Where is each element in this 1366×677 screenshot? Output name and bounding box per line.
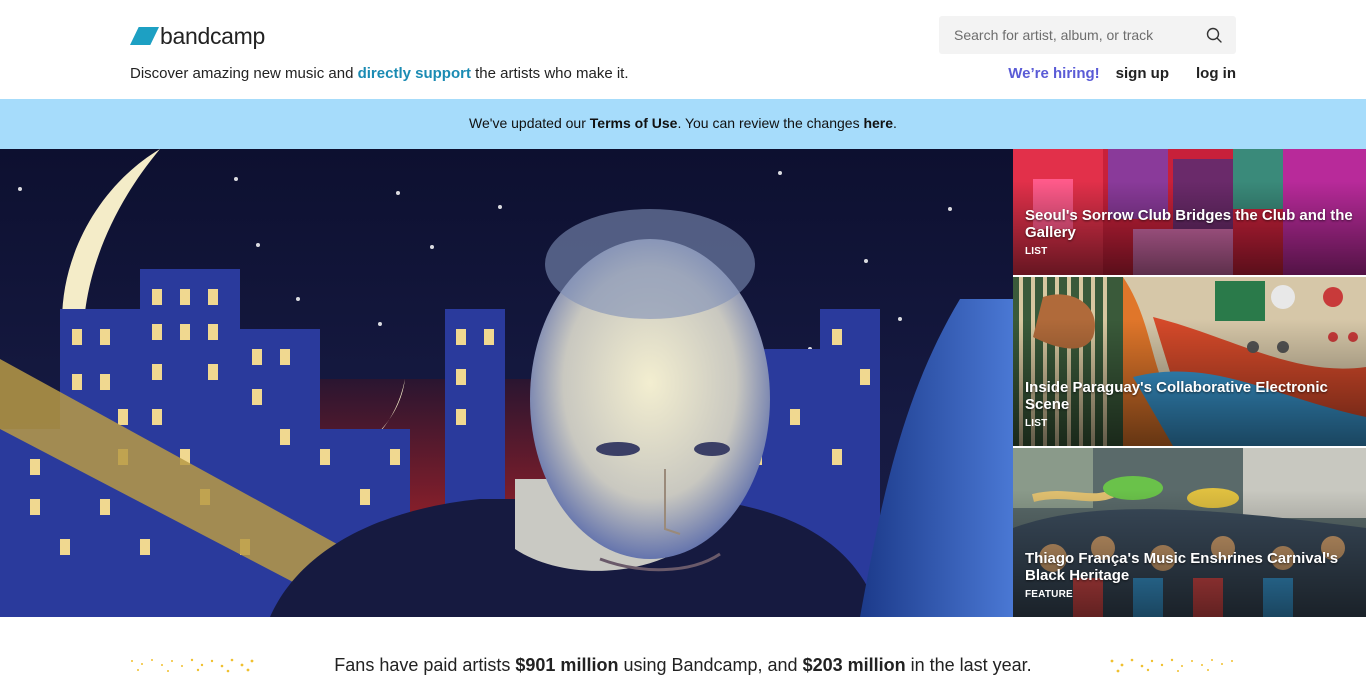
search-input[interactable] — [939, 16, 1199, 54]
stats-text: Fans have paid artists — [334, 655, 516, 675]
featured-stories: Seoul's Sorrow Club Bridges the Club and… — [1013, 149, 1366, 617]
site-header: bandcamp Discover amazing new music and … — [0, 0, 1366, 99]
notice-text-mid: . You can review the changes — [677, 115, 864, 131]
decorative-dots-icon — [1110, 658, 1233, 673]
top-nav: We’re hiring! sign up log in — [1008, 65, 1236, 82]
stats-text-mid: using Bandcamp, and — [618, 655, 803, 675]
story-title[interactable]: Thiago França's Music Enshrines Carnival… — [1025, 550, 1356, 584]
tagline: Discover amazing new music and directly … — [130, 65, 629, 82]
story-title[interactable]: Seoul's Sorrow Club Bridges the Club and… — [1025, 207, 1356, 241]
notice-text: We've updated our — [469, 115, 590, 131]
logo-icon — [130, 27, 159, 45]
terms-of-use-link[interactable]: Terms of Use — [590, 115, 678, 131]
hero-feature-image[interactable] — [0, 149, 1013, 617]
here-link[interactable]: here — [863, 115, 893, 131]
log-in-link[interactable]: log in — [1196, 65, 1236, 82]
hero-illustration — [0, 149, 1013, 617]
total-paid-amount: $901 million — [515, 655, 619, 675]
search-box[interactable] — [939, 16, 1236, 54]
logo-text: bandcamp — [160, 23, 266, 49]
story-title[interactable]: Inside Paraguay's Collaborative Electron… — [1025, 379, 1356, 413]
story-tag: FEATURE — [1025, 589, 1073, 600]
directly-support-link[interactable]: directly support — [358, 65, 471, 82]
sign-up-link[interactable]: sign up — [1116, 65, 1169, 82]
bandcamp-logo[interactable]: bandcamp — [130, 24, 265, 48]
tagline-text: Discover amazing new music and — [130, 65, 358, 82]
tagline-text-end: the artists who make it. — [470, 65, 629, 82]
story-card[interactable]: Seoul's Sorrow Club Bridges the Club and… — [1013, 149, 1366, 275]
story-card[interactable]: Thiago França's Music Enshrines Carnival… — [1013, 448, 1366, 617]
stats-text-end: in the last year. — [905, 655, 1032, 675]
stats-section: Fans have paid artists $901 million usin… — [0, 617, 1366, 677]
story-card[interactable]: Inside Paraguay's Collaborative Electron… — [1013, 277, 1366, 446]
hiring-link[interactable]: We’re hiring! — [1008, 65, 1099, 82]
last-year-amount: $203 million — [802, 655, 906, 675]
terms-notice-bar: We've updated our Terms of Use. You can … — [0, 99, 1366, 149]
notice-text-end: . — [893, 115, 897, 131]
story-tag: LIST — [1025, 418, 1048, 429]
story-tag: LIST — [1025, 246, 1048, 257]
search-icon[interactable] — [1206, 27, 1222, 43]
